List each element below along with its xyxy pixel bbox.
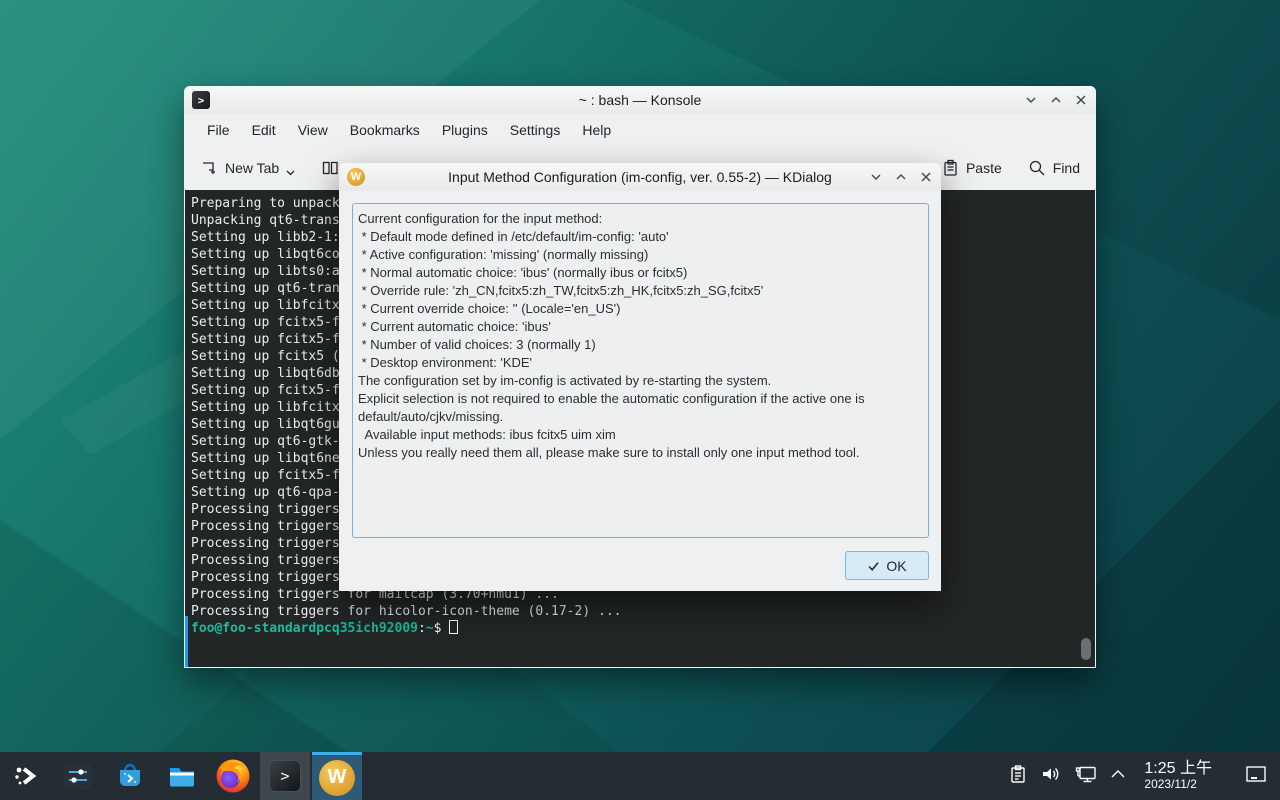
kde-launcher-icon — [12, 762, 40, 790]
menu-item-bookmarks[interactable]: Bookmarks — [339, 118, 431, 142]
terminal-line: Processing triggers for hicolor-icon-the… — [191, 603, 1095, 620]
taskbar-task-kdialog[interactable]: W — [312, 752, 362, 800]
new-tab-icon — [200, 159, 218, 177]
terminal-scrollbar[interactable] — [1081, 638, 1091, 660]
find-button[interactable]: Find — [1028, 159, 1080, 177]
taskbar-task-firefox[interactable] — [208, 752, 258, 800]
dialog-message-line: * Normal automatic choice: 'ibus' (norma… — [358, 264, 923, 282]
menu-item-settings[interactable]: Settings — [499, 118, 572, 142]
system-settings-button[interactable] — [52, 752, 104, 800]
kdialog-icon: W — [319, 760, 355, 796]
konsole-app-icon: > — [192, 91, 210, 109]
new-tab-label: New Tab — [225, 160, 279, 176]
tray-expand-button[interactable] — [1110, 767, 1126, 785]
kdialog-app-icon: W — [347, 168, 365, 186]
find-label: Find — [1053, 160, 1080, 176]
ok-label: OK — [886, 558, 906, 574]
dialog-message-line: The configuration set by im-config is ac… — [358, 372, 923, 390]
split-view-icon — [321, 159, 339, 177]
chevron-down-icon — [286, 168, 295, 177]
volume-tray-icon[interactable] — [1040, 764, 1062, 789]
dialog-message-line: Current configuration for the input meth… — [358, 210, 923, 228]
kdialog-maximize-button[interactable] — [894, 170, 908, 184]
dialog-message-line: * Desktop environment: 'KDE' — [358, 354, 923, 372]
dialog-message-line: default/auto/cjkv/missing. — [358, 408, 923, 426]
dialog-message-line: * Number of valid choices: 3 (normally 1… — [358, 336, 923, 354]
dialog-message-line: Explicit selection is not required to en… — [358, 390, 923, 408]
dialog-message-line: * Override rule: 'zh_CN,fcitx5:zh_TW,fci… — [358, 282, 923, 300]
ok-button[interactable]: OK — [845, 551, 929, 580]
discover-bag-icon — [115, 761, 145, 791]
paste-button[interactable]: Paste — [941, 159, 1002, 177]
clipboard-tray-icon[interactable] — [1008, 764, 1028, 789]
konsole-close-button[interactable] — [1074, 93, 1088, 107]
prompt-path: ~ — [426, 621, 434, 636]
menu-item-plugins[interactable]: Plugins — [431, 118, 499, 142]
kdialog-close-button[interactable] — [919, 170, 933, 184]
clock-time: 1:25 上午 — [1144, 761, 1212, 778]
chevron-up-icon — [895, 171, 907, 183]
menu-item-view[interactable]: View — [287, 118, 339, 142]
dialog-message-line: * Active configuration: 'missing' (norma… — [358, 246, 923, 264]
network-tray-icon[interactable] — [1074, 764, 1098, 789]
konsole-maximize-button[interactable] — [1049, 93, 1063, 107]
chevron-down-icon — [1025, 94, 1037, 106]
terminal-cursor — [449, 620, 458, 634]
check-icon — [867, 560, 880, 572]
konsole-menubar: FileEditViewBookmarksPluginsSettingsHelp — [184, 114, 1096, 146]
dialog-message[interactable]: Current configuration for the input meth… — [352, 203, 929, 538]
dialog-message-line: * Current automatic choice: 'ibus' — [358, 318, 923, 336]
chevron-up-icon — [1050, 94, 1062, 106]
folder-icon — [167, 761, 197, 791]
terminal-prompt-line: foo@foo-standardpcq35ich92009:~$ — [191, 620, 1095, 637]
settings-sliders-icon — [63, 761, 93, 791]
app-launcher-button[interactable] — [0, 752, 52, 800]
menu-item-edit[interactable]: Edit — [241, 118, 287, 142]
show-desktop-button[interactable] — [1244, 764, 1268, 789]
chevron-down-icon — [870, 171, 882, 183]
kdialog-window-title: Input Method Configuration (im-config, v… — [339, 169, 941, 185]
show-desktop-icon — [1244, 764, 1268, 784]
new-output-indicator — [185, 616, 188, 667]
menu-item-file[interactable]: File — [196, 118, 241, 142]
clock-date: 2023/11/2 — [1144, 778, 1197, 791]
paste-label: Paste — [966, 160, 1002, 176]
paste-icon — [941, 159, 959, 177]
kdialog-minimize-button[interactable] — [869, 170, 883, 184]
new-tab-button[interactable]: New Tab — [200, 159, 295, 177]
search-icon — [1028, 159, 1046, 177]
discover-button[interactable] — [104, 752, 156, 800]
dialog-message-line: Unless you really need them all, please … — [358, 444, 923, 462]
close-icon — [1075, 94, 1087, 106]
kdialog-titlebar[interactable]: W Input Method Configuration (im-config,… — [339, 163, 941, 191]
digital-clock[interactable]: 1:25 上午 2023/11/2 — [1144, 761, 1212, 790]
firefox-icon — [214, 757, 252, 795]
konsole-icon: > — [269, 760, 301, 792]
dialog-message-line: Available input methods: ibus fcitx5 uim… — [358, 426, 923, 444]
konsole-minimize-button[interactable] — [1024, 93, 1038, 107]
prompt-user-host: foo@foo-standardpcq35ich92009 — [191, 621, 418, 636]
kdialog-window: W Input Method Configuration (im-config,… — [339, 163, 941, 591]
konsole-window-title: ~ : bash — Konsole — [184, 92, 1096, 108]
konsole-titlebar[interactable]: > ~ : bash — Konsole — [184, 86, 1096, 114]
taskbar-task-konsole[interactable]: > — [260, 752, 310, 800]
chevron-up-icon — [1110, 768, 1126, 780]
menu-item-help[interactable]: Help — [571, 118, 622, 142]
dialog-message-line: * Current override choice: '' (Locale='e… — [358, 300, 923, 318]
file-manager-button[interactable] — [156, 752, 208, 800]
taskbar: > W 1:25 上午 2023/11/2 — [0, 752, 1280, 800]
close-icon — [920, 171, 932, 183]
dialog-message-line: * Default mode defined in /etc/default/i… — [358, 228, 923, 246]
